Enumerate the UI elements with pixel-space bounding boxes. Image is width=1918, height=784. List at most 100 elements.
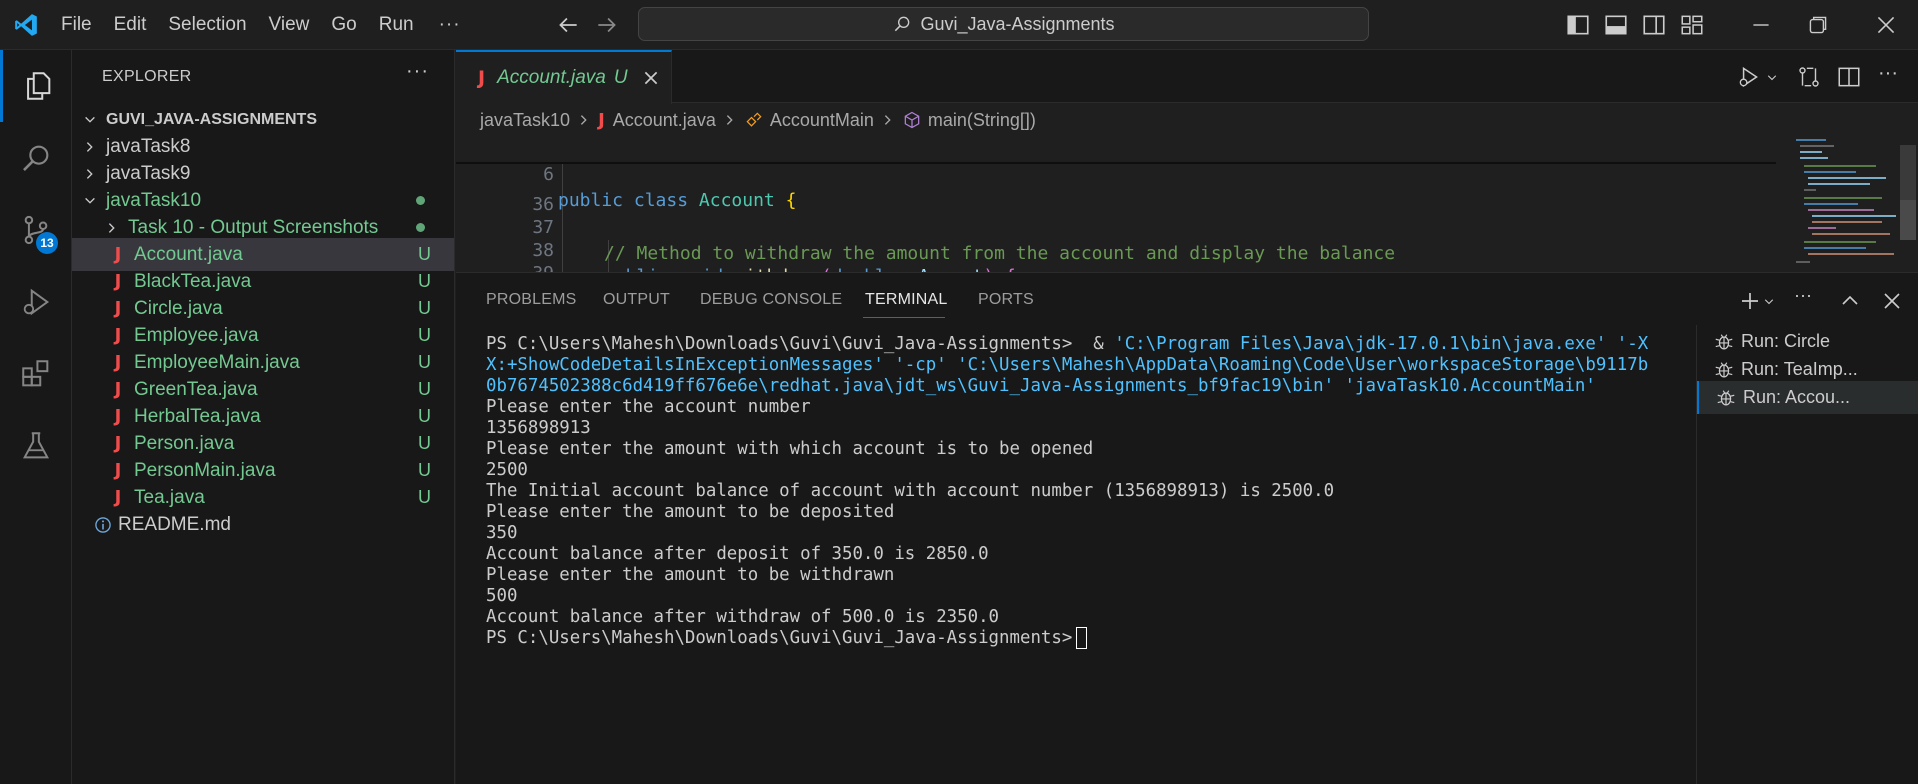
- chevron-right-icon: [580, 115, 587, 125]
- extensions-icon: [22, 360, 49, 387]
- toggle-panel-icon[interactable]: [1603, 12, 1629, 38]
- menu-go[interactable]: Go: [320, 0, 367, 50]
- folder-label: javaTask9: [106, 162, 191, 184]
- breadcrumb-file[interactable]: Account.java: [613, 110, 716, 131]
- sticky-scroll-line[interactable]: 6 public class Account {: [456, 136, 1776, 211]
- split-editor-icon[interactable]: [1836, 64, 1862, 90]
- chevron-down-icon[interactable]: [1763, 296, 1775, 308]
- explorer-more-button[interactable]: ···: [406, 60, 429, 83]
- breadcrumb-class[interactable]: AccountMain: [770, 110, 874, 131]
- terminal-output[interactable]: PS C:\Users\Mahesh\Downloads\Guvi\Guvi_J…: [456, 329, 1706, 784]
- code-text: public class Account {: [558, 190, 797, 211]
- file-label: GreenTea.java: [134, 378, 258, 400]
- file-readme-md[interactable]: README.md: [72, 508, 454, 541]
- run-debug-activity[interactable]: [0, 266, 72, 338]
- close-window-icon[interactable]: [1873, 12, 1899, 38]
- flask-icon: [22, 432, 50, 459]
- file-label: Account.java: [134, 243, 243, 265]
- close-panel-icon[interactable]: [1880, 289, 1904, 313]
- git-status: U: [418, 379, 431, 399]
- files-icon: [26, 72, 50, 100]
- terminal-item-label: Run: TeaImp...: [1741, 359, 1858, 379]
- java-file-icon: J: [114, 271, 122, 292]
- info-icon: [95, 516, 111, 533]
- menu-view[interactable]: View: [258, 0, 321, 50]
- chevron-down-icon[interactable]: [1766, 72, 1778, 84]
- file-label: EmployeeMain.java: [134, 351, 300, 373]
- line-number: 6: [543, 164, 554, 185]
- chevron-down-icon: [80, 191, 100, 211]
- file-label: PersonMain.java: [134, 459, 276, 481]
- terminal-line: Please enter the amount with which accou…: [486, 439, 1094, 459]
- tab-problems[interactable]: PROBLEMS: [486, 291, 577, 309]
- breadcrumb: javaTask10 J Account.java AccountMain ma…: [480, 103, 1036, 137]
- tab-output[interactable]: OUTPUT: [603, 291, 670, 309]
- code-editor[interactable]: 6 public class Account { 36 37 // Method…: [456, 136, 1776, 310]
- modified-dot: [416, 223, 425, 232]
- command-center-label: Guvi_Java-Assignments: [920, 13, 1115, 34]
- terminal-list: Run: Circle Run: TeaImp... Run: Accou...: [1696, 325, 1918, 784]
- explorer-activity[interactable]: [0, 50, 72, 122]
- git-status: U: [418, 352, 431, 372]
- testing-activity[interactable]: [0, 410, 72, 482]
- git-status: U: [418, 298, 431, 318]
- new-terminal-icon[interactable]: [1738, 289, 1762, 313]
- java-file-icon: J: [114, 298, 122, 319]
- source-control-activity[interactable]: 13: [0, 194, 72, 266]
- terminal-line: Please enter the amount to be deposited: [486, 502, 895, 522]
- terminal-item-account[interactable]: Run: Accou...: [1697, 381, 1918, 414]
- explorer-title: EXPLORER: [102, 68, 192, 85]
- terminal-prompt-line[interactable]: PS C:\Users\Mahesh\Downloads\Guvi\Guvi_J…: [486, 625, 1088, 651]
- close-tab-icon[interactable]: [642, 69, 660, 87]
- active-tab-indicator: [863, 317, 945, 318]
- tab-ports[interactable]: PORTS: [978, 291, 1034, 309]
- chevron-down-icon: [80, 110, 100, 130]
- extensions-activity[interactable]: [0, 338, 72, 410]
- menu-file[interactable]: File: [50, 0, 103, 50]
- chevron-right-icon: [884, 115, 891, 125]
- java-file-icon: J: [114, 325, 122, 346]
- chevron-right-icon: [80, 137, 100, 157]
- maximize-panel-icon[interactable]: [1838, 289, 1862, 313]
- panel-more-button[interactable]: ···: [1794, 285, 1812, 306]
- toggle-primary-sidebar-icon[interactable]: [1565, 12, 1591, 38]
- scrollbar-thumb[interactable]: [1900, 200, 1916, 240]
- forward-arrow-icon[interactable]: [594, 12, 620, 38]
- file-label: Employee.java: [134, 324, 259, 346]
- customize-layout-icon[interactable]: [1679, 12, 1705, 38]
- file-label: Person.java: [134, 432, 235, 454]
- tab-terminal[interactable]: TERMINAL: [865, 291, 948, 309]
- tab-label: Account.java: [497, 67, 606, 88]
- debug-icon: [1715, 361, 1733, 378]
- menu-more-button[interactable]: ···: [425, 0, 475, 50]
- vscode-logo-icon: [15, 14, 37, 36]
- minimap[interactable]: [1786, 136, 1906, 272]
- breadcrumb-method[interactable]: main(String[]): [928, 110, 1036, 131]
- minimize-icon[interactable]: [1748, 12, 1774, 38]
- menu-edit[interactable]: Edit: [103, 0, 158, 50]
- search-icon: [895, 16, 910, 32]
- menu-selection[interactable]: Selection: [157, 0, 257, 50]
- menu-run[interactable]: Run: [368, 0, 425, 50]
- java-file-icon: J: [598, 109, 605, 131]
- toggle-secondary-sidebar-icon[interactable]: [1641, 12, 1667, 38]
- tab-debug-console[interactable]: DEBUG CONSOLE: [700, 291, 842, 309]
- title-bar: File Edit Selection View Go Run ··· Guvi…: [0, 0, 1918, 50]
- file-label: Circle.java: [134, 297, 223, 319]
- back-arrow-icon[interactable]: [555, 12, 581, 38]
- search-icon: [23, 145, 49, 171]
- tab-account-java[interactable]: J Account.java U: [456, 50, 672, 104]
- chevron-right-icon: [80, 164, 100, 184]
- more-actions-button[interactable]: ···: [1878, 62, 1898, 85]
- command-center-search[interactable]: Guvi_Java-Assignments: [638, 7, 1369, 41]
- search-activity[interactable]: [0, 122, 72, 194]
- activity-bar: 13: [0, 50, 72, 784]
- menu-bar: File Edit Selection View Go Run ···: [50, 0, 475, 50]
- run-java-icon[interactable]: [1736, 64, 1762, 90]
- scm-count-badge: 13: [36, 232, 58, 254]
- open-changes-icon[interactable]: [1796, 64, 1822, 90]
- git-status: U: [418, 460, 431, 480]
- editor-tabs: J Account.java U ···: [456, 50, 1918, 104]
- breadcrumb-folder[interactable]: javaTask10: [480, 110, 570, 131]
- restore-icon[interactable]: [1805, 12, 1831, 38]
